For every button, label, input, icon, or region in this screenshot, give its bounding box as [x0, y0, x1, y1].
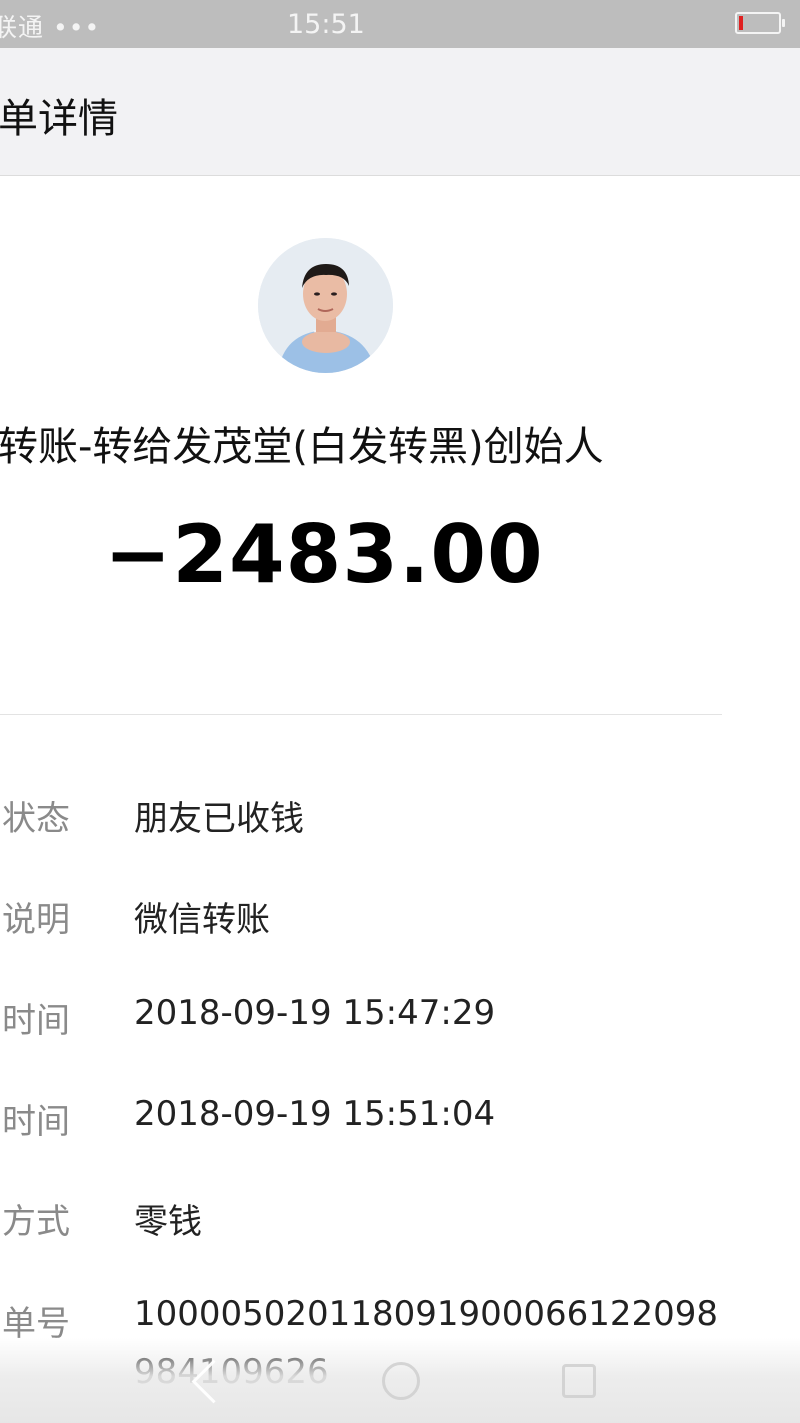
- transaction-amount: −2483.00: [104, 508, 544, 601]
- detail-label: 说明: [2, 900, 70, 940]
- divider: [0, 714, 722, 715]
- circle-home-icon[interactable]: [382, 1362, 420, 1400]
- detail-value: 朋友已收钱: [134, 799, 304, 839]
- detail-label: 状态: [2, 799, 70, 839]
- detail-value: 2018-09-19 15:47:29: [134, 993, 496, 1033]
- avatar[interactable]: [258, 238, 393, 373]
- page-title: 单详情: [0, 96, 118, 142]
- system-nav-bar: [0, 1338, 800, 1423]
- carrier-label: 联通 •••: [0, 13, 101, 42]
- battery-level: [739, 16, 743, 30]
- back-chevron-icon[interactable]: [191, 1359, 236, 1404]
- battery-icon: [735, 12, 785, 34]
- title-bar: 单详情: [0, 48, 800, 176]
- payee-description: 转账-转给发茂堂(白发转黑)创始人: [0, 424, 604, 470]
- detail-value: 2018-09-19 15:51:04: [134, 1094, 496, 1134]
- detail-value: 零钱: [134, 1202, 202, 1242]
- square-recent-icon[interactable]: [562, 1364, 596, 1398]
- status-bar: 联通 ••• 15:51: [0, 0, 800, 48]
- clock: 15:51: [287, 9, 365, 40]
- detail-label: 时间: [2, 1102, 70, 1142]
- detail-label: 方式: [2, 1202, 70, 1242]
- detail-value: 微信转账: [134, 900, 270, 940]
- detail-label: 时间: [2, 1001, 70, 1041]
- avatar-photo: [258, 238, 393, 373]
